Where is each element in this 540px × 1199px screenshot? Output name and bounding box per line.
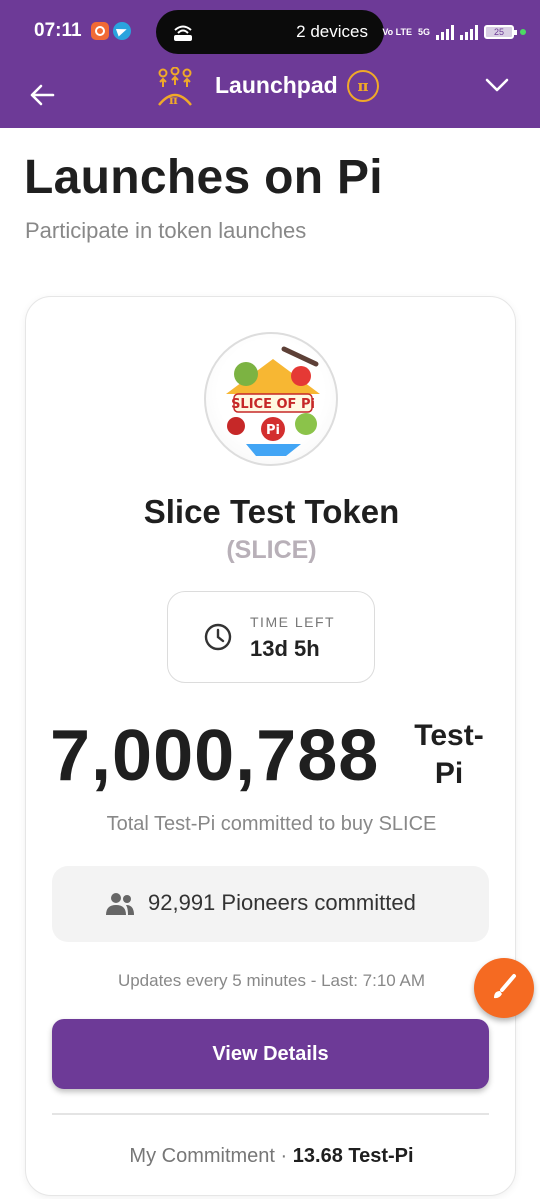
time-left-value: 13d 5h	[250, 636, 320, 661]
volte-label: Vo LTE	[382, 26, 412, 37]
launch-card: SLICE OF Pi Pi Slice Test Token (SLICE) …	[25, 296, 516, 1196]
devices-count: 2 devices	[296, 22, 368, 41]
paintbrush-fab[interactable]	[474, 958, 534, 1018]
battery-icon: 25	[484, 25, 517, 39]
clock-icon	[204, 623, 232, 651]
signal-bars-icon	[436, 24, 454, 40]
token-symbol: (SLICE)	[226, 536, 317, 564]
amount-unit-line1: Test-	[414, 719, 484, 752]
token-logo: SLICE OF Pi Pi	[204, 332, 338, 466]
svg-text:π: π	[169, 93, 178, 107]
telegram-icon	[113, 22, 131, 40]
people-icon	[106, 893, 134, 915]
chevron-down-icon[interactable]	[485, 76, 509, 94]
pioneers-box: 92,991 Pioneers committed	[52, 866, 489, 942]
pioneers-count: 92,991 Pioneers committed	[148, 890, 416, 915]
divider	[52, 1113, 489, 1115]
amount-unit: Test- Pi	[399, 717, 499, 793]
status-right-icons: Vo LTE 5G 25	[382, 18, 526, 46]
launchpad-logo-icon: π	[158, 67, 192, 107]
devices-pill[interactable]: 2 devices	[156, 10, 384, 54]
my-commitment-value: 13.68 Test-Pi	[292, 1145, 414, 1167]
amount-unit-line2: Pi	[434, 757, 464, 790]
time-left-label: TIME LEFT	[250, 614, 336, 630]
page-subtitle: Participate in token launches	[25, 218, 307, 243]
back-arrow-icon[interactable]	[28, 80, 56, 110]
svg-text:Pi: Pi	[266, 423, 280, 438]
paintbrush-icon	[494, 974, 516, 999]
pi-coin-icon: π	[347, 70, 379, 102]
status-bar: 07:11 2 devices Vo LTE 5G 25	[0, 0, 540, 64]
signal-bars-icon-2	[460, 24, 478, 40]
network-type: 5G	[417, 26, 430, 37]
logo-text: SLICE OF Pi	[231, 397, 315, 412]
view-details-button[interactable]: View Details	[52, 1019, 489, 1089]
my-commitment: My Commitment · 13.68 Test-Pi	[26, 1145, 517, 1168]
wifi-hotspot-icon	[174, 25, 192, 41]
status-time: 07:11	[34, 20, 82, 41]
time-left-box: TIME LEFT 13d 5h	[167, 591, 375, 683]
privacy-dot	[520, 29, 526, 35]
my-commitment-label: My Commitment ·	[129, 1145, 288, 1167]
app-header: π Launchpad π	[0, 64, 540, 128]
page-title: Launches on Pi	[24, 151, 383, 204]
update-info: Updates every 5 minutes - Last: 7:10 AM	[117, 971, 426, 990]
slice-of-pi-logo-icon: SLICE OF Pi Pi	[226, 346, 320, 456]
token-name: Slice Test Token	[143, 493, 400, 530]
committed-amount: 7,000,788	[50, 716, 380, 796]
header-title: Launchpad	[215, 72, 338, 98]
committed-caption: Total Test-Pi committed to buy SLICE	[106, 813, 437, 835]
camera-recorder-icon	[91, 22, 109, 40]
